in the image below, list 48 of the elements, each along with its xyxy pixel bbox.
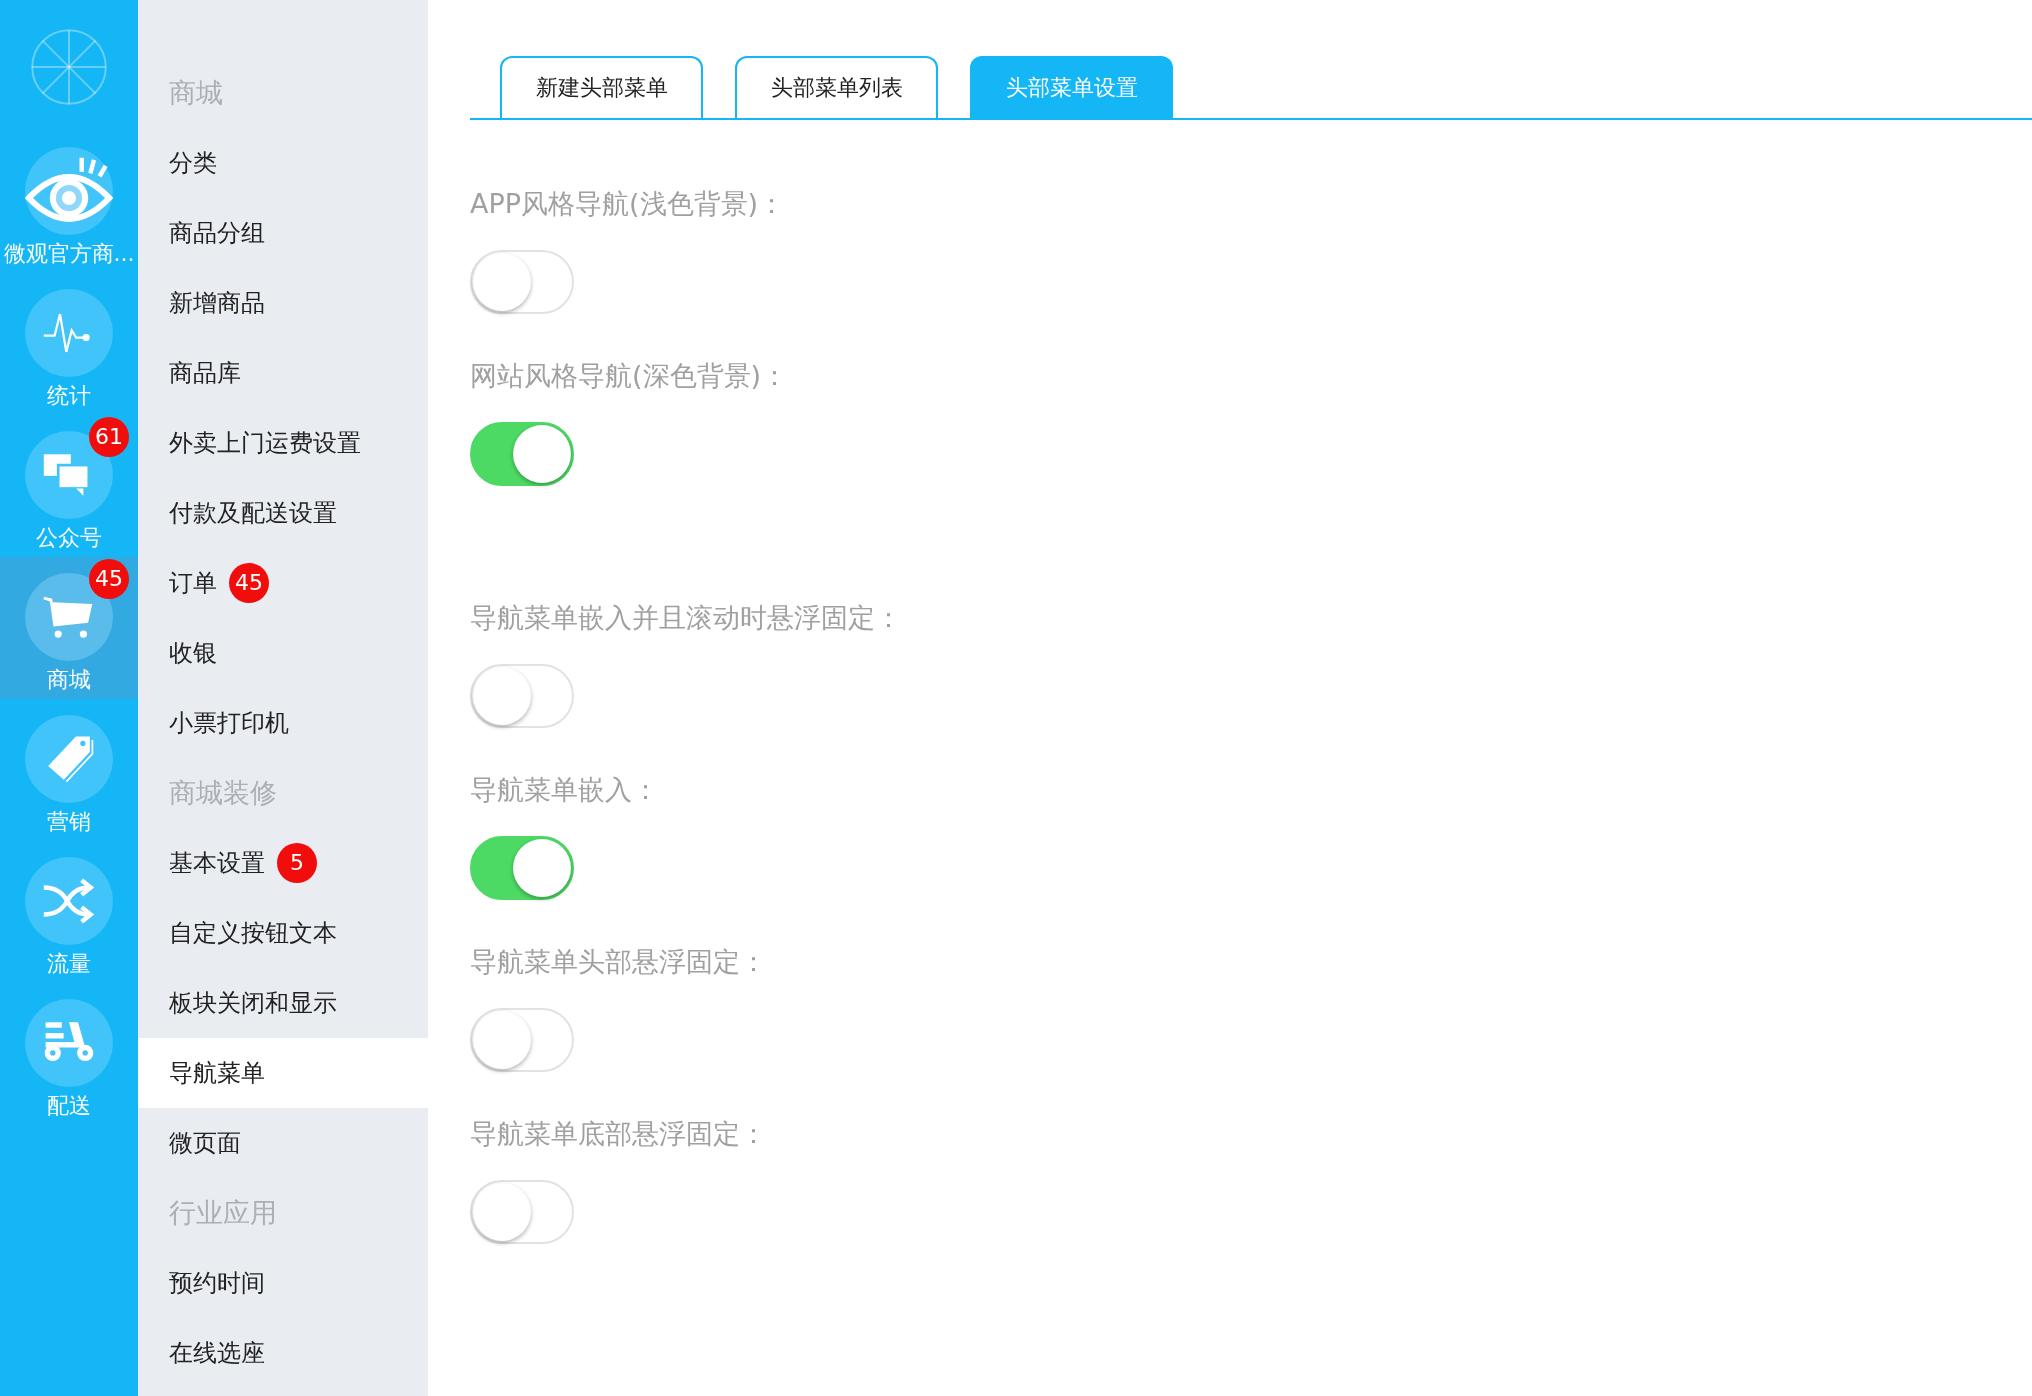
count-badge: 45: [229, 563, 269, 603]
sidebar-item[interactable]: 收银: [138, 618, 428, 688]
app-bar-label: 流量: [47, 950, 91, 978]
setting-label: 导航菜单底部悬浮固定：: [470, 1117, 768, 1151]
sidebar-item[interactable]: 商品库: [138, 338, 428, 408]
app-bar-label: 商城: [47, 666, 91, 694]
app-bar-label: 营销: [47, 808, 91, 836]
app-bar-label: 公众号: [36, 524, 102, 552]
sidebar-item[interactable]: 预约时间: [138, 1248, 428, 1318]
shuffle-icon: [42, 878, 96, 924]
app-bar-item[interactable]: 45 商城: [0, 557, 138, 699]
sidebar-item[interactable]: 在线选座: [138, 1318, 428, 1388]
sidebar-item[interactable]: 基本设置 5: [138, 828, 428, 898]
tab[interactable]: 新建头部菜单: [500, 56, 703, 118]
app-bar-label: 统计: [47, 382, 91, 410]
sidebar-heading: 行业应用: [168, 1196, 278, 1230]
wheel-icon: [29, 27, 109, 107]
sidebar-item[interactable]: 小票打印机: [138, 688, 428, 758]
sidebar-item[interactable]: 外卖上门运费设置: [138, 408, 428, 478]
setting-label: 导航菜单头部悬浮固定：: [470, 945, 768, 979]
sidebar-item[interactable]: 板块关闭和显示: [138, 968, 428, 1038]
tab[interactable]: 头部菜单列表: [735, 56, 938, 118]
setting-label: 网站风格导航(深色背景)：: [470, 359, 790, 393]
sidebar-item[interactable]: 商品分组: [138, 198, 428, 268]
sidebar-item[interactable]: 导航菜单: [138, 1038, 428, 1108]
sidebar-heading: 商城装修: [168, 776, 278, 810]
sidebar-item[interactable]: 分类: [138, 128, 428, 198]
sidebar-item[interactable]: 微页面: [138, 1108, 428, 1178]
count-badge: 45: [89, 559, 129, 599]
setting-label: 导航菜单嵌入：: [470, 773, 660, 807]
toggle-switch[interactable]: [470, 664, 574, 728]
setting-label: 导航菜单嵌入并且滚动时悬浮固定：: [470, 601, 903, 635]
sidebar-item[interactable]: 新增商品: [138, 268, 428, 338]
toggle-switch[interactable]: [470, 1008, 574, 1072]
app-bar-label: 配送: [47, 1092, 91, 1120]
app-bar-item[interactable]: 61 公众号: [0, 415, 138, 557]
toggle-switch[interactable]: [470, 836, 574, 900]
toggle-switch[interactable]: [470, 250, 574, 314]
toggle-switch[interactable]: [470, 422, 574, 486]
sidebar-item[interactable]: 订单 45: [138, 548, 428, 618]
sidebar-item[interactable]: 付款及配送设置: [138, 478, 428, 548]
sidebar-heading: 商城: [168, 76, 224, 110]
app-bar-label: 微观官方商...: [3, 240, 135, 268]
sidebar-item[interactable]: 自定义按钮文本: [138, 898, 428, 968]
setting-label: APP风格导航(浅色背景)：: [470, 187, 787, 221]
toggle-switch[interactable]: [470, 1180, 574, 1244]
count-badge: 61: [89, 417, 129, 457]
count-badge: 5: [277, 843, 317, 883]
